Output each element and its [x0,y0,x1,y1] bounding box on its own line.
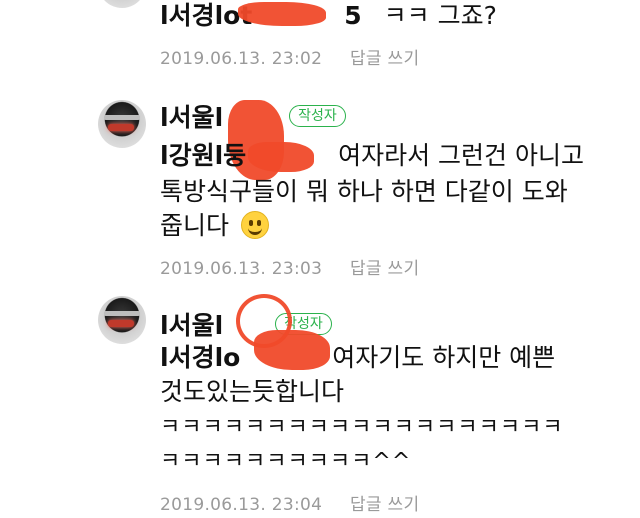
comment-text-line: l강원l둥 여자라서 그런건 아니고 [160,138,584,174]
comment-date: 2019.06.13. 23:02 [160,49,323,69]
avatar-detail [108,320,134,327]
comment-text-line: 것도있는듯합니다 [160,374,344,410]
avatar[interactable] [98,0,146,8]
author-nickname[interactable]: l서울l [160,311,223,340]
comment-text-line: ㅋㅋㅋㅋㅋㅋㅋㅋㅋㅋㅋㅋㅋㅋㅋㅋㅋㅋㅋ [160,410,564,446]
mention-nickname[interactable]: l서경lo [160,343,240,372]
mention-nickname[interactable]: l강원l둥 [160,141,246,170]
avatar[interactable] [98,100,146,148]
comment-text: 줍니다 [160,211,230,240]
avatar[interactable] [98,296,146,344]
avatar-detail [104,115,140,120]
avatar-detail [104,311,140,316]
smiling-face-icon [240,211,269,239]
comment-text: ㅋㅋㅋㅋㅋㅋㅋㅋㅋㅋㅋㅋㅋㅋㅋㅋㅋㅋㅋ [160,415,564,440]
redaction-mark [238,2,326,26]
comment-meta: 2019.06.13. 23:04 답글 쓰기 [160,490,419,515]
comment-text: 톡방식구들이 뭐 하나 하면 다같이 도와 [160,177,568,206]
reply-button[interactable]: 답글 쓰기 [350,495,419,515]
comment-text: 것도있는듯합니다 [160,377,345,406]
comment-text-line: 톡방식구들이 뭐 하나 하면 다같이 도와 [160,174,568,210]
comment-text-line: ㅋㅋㅋㅋㅋㅋㅋㅋㅋㅋ^^ [160,444,411,480]
comment-meta: 2019.06.13. 23:03 답글 쓰기 [160,254,419,279]
author-nickname[interactable]: l서울l [160,103,223,132]
reply-button[interactable]: 답글 쓰기 [350,49,419,69]
author-badge: 작성자 [289,105,346,127]
comment-text: ㅋㅋㅋㅋㅋㅋㅋㅋㅋㅋ^^ [160,449,412,474]
reply-button[interactable]: 답글 쓰기 [350,259,419,279]
comment-date: 2019.06.13. 23:03 [160,259,323,279]
comment-date: 2019.06.13. 23:04 [160,495,323,515]
comment-text-line: l서경lot 5 ㅋㅋ 그죠? [160,0,497,34]
comment-text: 여자기도 하지만 예쁜 [332,343,556,372]
mention-nickname-suffix: 5 [344,1,362,30]
avatar-detail [108,124,134,131]
comment-text: 여자라서 그런건 아니고 [338,141,584,170]
comment-meta: 2019.06.13. 23:02 답글 쓰기 [160,44,419,69]
comment-text-line: 줍니다 [160,208,269,244]
comment-text-line: l서경lo 여자기도 하지만 예쁜 [160,340,555,376]
comment-text: ㅋㅋ 그죠? [383,1,497,30]
